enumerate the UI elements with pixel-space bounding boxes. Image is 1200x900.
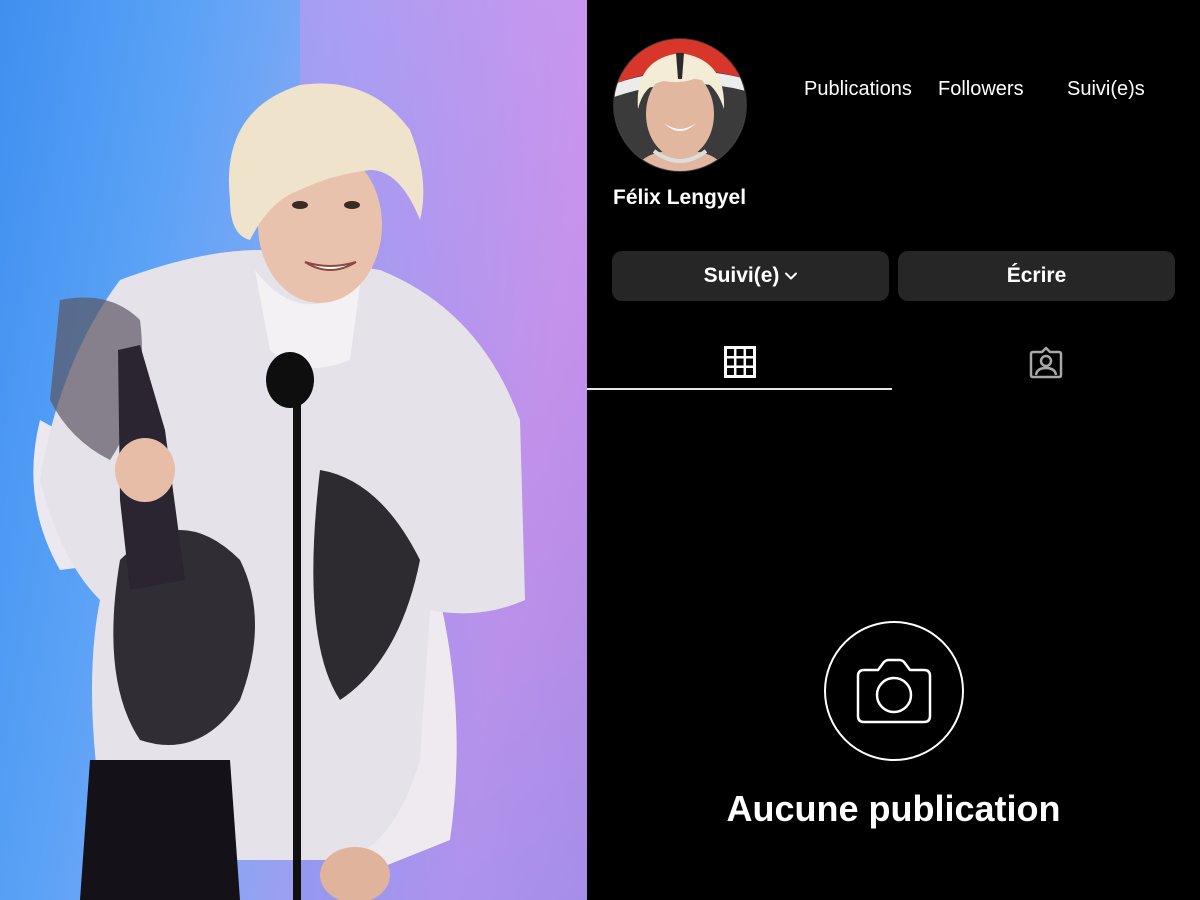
microphone bbox=[266, 352, 314, 408]
tagged-person-icon bbox=[1029, 346, 1063, 379]
eye bbox=[292, 201, 308, 209]
stat-posts[interactable]: Publications bbox=[804, 78, 912, 101]
following-button-label: Suivi(e) bbox=[703, 264, 780, 287]
tab-posts-grid[interactable] bbox=[587, 335, 892, 389]
hand bbox=[115, 438, 175, 502]
message-button[interactable]: Écrire bbox=[898, 251, 1175, 301]
empty-state-icon-ring bbox=[824, 621, 964, 761]
stat-followers-label: Followers bbox=[938, 78, 1024, 100]
chevron-down-icon bbox=[785, 272, 798, 280]
following-button[interactable]: Suivi(e) bbox=[612, 251, 889, 301]
stat-following[interactable]: Suivi(e)s bbox=[1067, 78, 1145, 101]
stat-posts-label: Publications bbox=[804, 78, 912, 100]
avatar[interactable] bbox=[613, 38, 747, 172]
profile-display-name: Félix Lengyel bbox=[613, 186, 747, 209]
mic-stand bbox=[293, 400, 301, 900]
tab-tagged[interactable] bbox=[892, 335, 1200, 389]
stat-followers[interactable]: Followers bbox=[938, 78, 1024, 101]
message-button-label: Écrire bbox=[1006, 264, 1067, 287]
person-illustration bbox=[33, 83, 525, 900]
avatar-image bbox=[614, 39, 746, 171]
eye bbox=[344, 201, 360, 209]
active-tab-indicator bbox=[587, 388, 892, 390]
grid-icon bbox=[723, 346, 756, 378]
camera-icon bbox=[856, 658, 932, 724]
stat-following-label: Suivi(e)s bbox=[1067, 78, 1145, 100]
stage-photo bbox=[0, 0, 587, 900]
pants bbox=[80, 760, 240, 900]
empty-state-title: Aucune publication bbox=[726, 788, 1061, 829]
